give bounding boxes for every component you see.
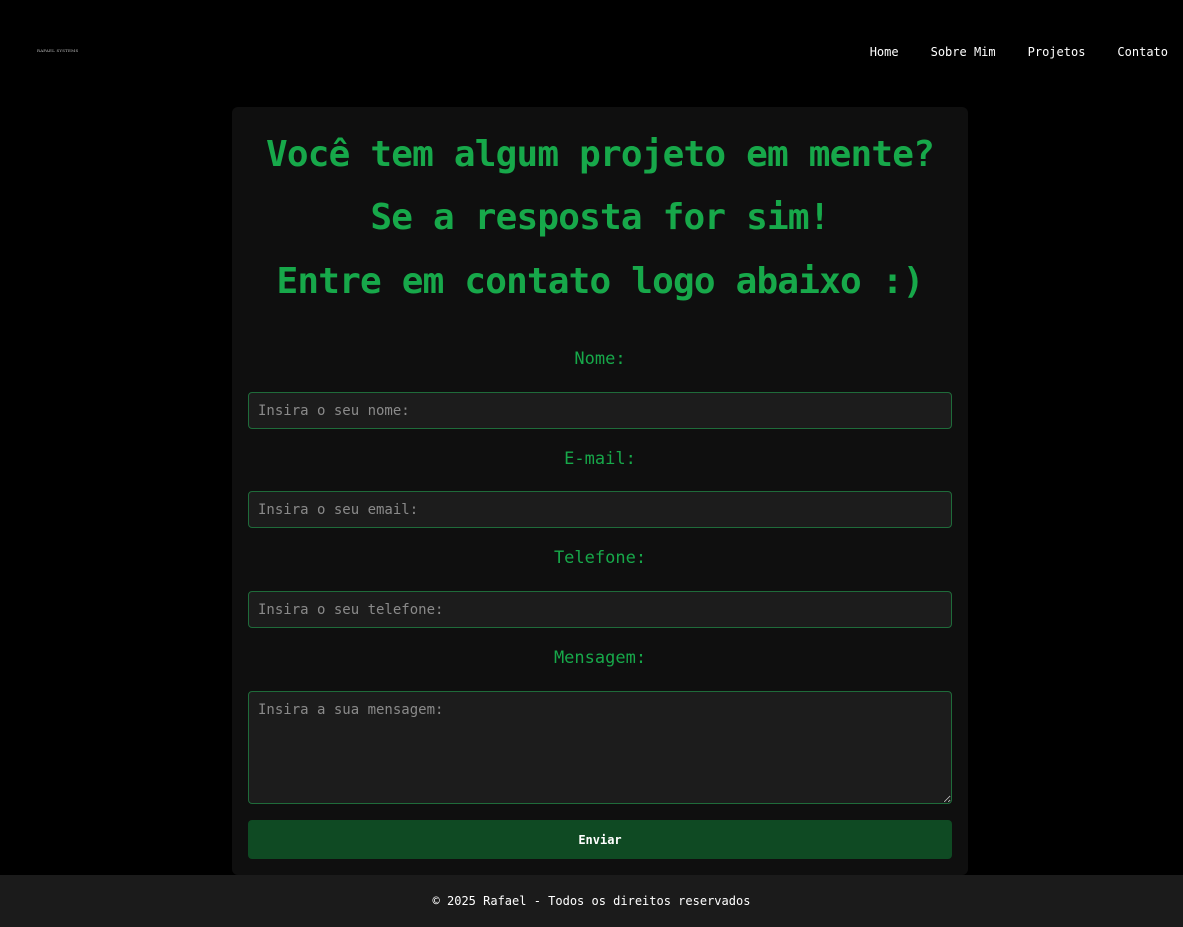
nav-link-sobre-mim[interactable]: Sobre Mim	[931, 45, 996, 59]
email-label: E-mail:	[564, 449, 636, 469]
submit-button[interactable]: Enviar	[248, 820, 952, 859]
footer-copyright: © 2025 Rafael - Todos os direitos reserv…	[432, 894, 751, 908]
header: RAFAEL SYSTEMS Home Sobre Mim Projetos C…	[0, 0, 1183, 107]
name-input[interactable]	[248, 392, 952, 429]
message-label: Mensagem:	[553, 648, 647, 668]
page: RAFAEL SYSTEMS Home Sobre Mim Projetos C…	[0, 0, 1183, 927]
headline-answer: Se a resposta for sim!	[370, 197, 830, 238]
headline-contact: Entre em contato logo abaixo :)	[276, 261, 924, 302]
contact-card: Você tem algum projeto em mente? Se a re…	[232, 107, 968, 875]
main-nav: Home Sobre Mim Projetos Contato	[870, 45, 1168, 59]
nav-link-contato[interactable]: Contato	[1117, 45, 1168, 59]
message-textarea[interactable]	[248, 691, 952, 804]
phone-input[interactable]	[248, 591, 952, 628]
footer: © 2025 Rafael - Todos os direitos reserv…	[0, 875, 1183, 927]
nav-link-home[interactable]: Home	[870, 45, 899, 59]
headline-project: Você tem algum projeto em mente?	[266, 134, 935, 175]
phone-label: Telefone:	[553, 548, 647, 568]
nav-link-projetos[interactable]: Projetos	[1028, 45, 1086, 59]
logo-text: RAFAEL SYSTEMS	[37, 48, 79, 53]
logo[interactable]: RAFAEL SYSTEMS	[37, 46, 79, 56]
name-label: Nome:	[574, 349, 626, 369]
email-input[interactable]	[248, 491, 952, 528]
